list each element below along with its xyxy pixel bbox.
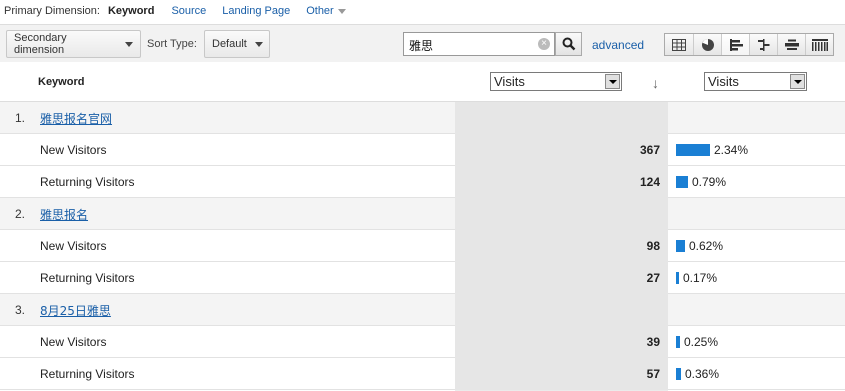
percent-bar bbox=[676, 176, 688, 188]
sorted-column-shade bbox=[455, 198, 668, 230]
percent-value: 0.25% bbox=[684, 335, 719, 349]
percent-value: 0.36% bbox=[685, 367, 720, 381]
visitor-type-label: Returning Visitors bbox=[40, 367, 135, 381]
dimension-landing-page-link[interactable]: Landing Page bbox=[222, 5, 290, 17]
percent-bar bbox=[676, 336, 680, 348]
row-number: 2. bbox=[15, 207, 26, 221]
view-switcher bbox=[664, 33, 834, 56]
sort-descending-icon[interactable]: ↓ bbox=[652, 75, 659, 91]
term-cloud-view-button[interactable] bbox=[777, 34, 805, 55]
performance-view-button[interactable] bbox=[721, 34, 749, 55]
percent-bar bbox=[676, 272, 679, 284]
visitor-type-label: New Visitors bbox=[40, 143, 107, 157]
group-row: 3. 8月25日雅思 bbox=[0, 294, 845, 326]
table-row: New Visitors 367 2.34% bbox=[0, 134, 845, 166]
table-row: New Visitors 39 0.25% bbox=[0, 326, 845, 358]
search-button[interactable] bbox=[555, 32, 582, 56]
percent-bar bbox=[676, 368, 681, 380]
table-row: Returning Visitors 57 0.36% bbox=[0, 358, 845, 390]
search-icon bbox=[562, 37, 575, 51]
visits-value: 367 bbox=[639, 143, 660, 157]
metric-select-secondary[interactable]: Visits bbox=[704, 72, 807, 91]
sorted-column-shade bbox=[455, 358, 668, 390]
performance-view-icon bbox=[729, 38, 743, 51]
visits-value: 98 bbox=[646, 239, 660, 253]
percent-value: 2.34% bbox=[714, 143, 749, 157]
pie-view-icon bbox=[701, 38, 714, 51]
sorted-column-shade bbox=[455, 166, 668, 198]
table-row: Returning Visitors 27 0.17% bbox=[0, 262, 845, 294]
visitor-type-label: New Visitors bbox=[40, 335, 107, 349]
clear-search-icon[interactable]: × bbox=[538, 38, 550, 50]
chevron-down-icon bbox=[605, 74, 620, 89]
percent-value: 0.17% bbox=[683, 271, 718, 285]
sorted-column-shade bbox=[455, 262, 668, 294]
primary-dimension-label: Primary Dimension: bbox=[4, 5, 100, 17]
visitor-type-label: Returning Visitors bbox=[40, 175, 135, 189]
table-row: Returning Visitors 124 0.79% bbox=[0, 166, 845, 198]
chevron-down-icon bbox=[790, 74, 805, 89]
visits-value: 124 bbox=[639, 175, 660, 189]
visits-value: 57 bbox=[646, 367, 660, 381]
sort-type-value: Default bbox=[212, 38, 247, 50]
percent-bar bbox=[676, 240, 685, 252]
sorted-column-shade bbox=[455, 326, 668, 358]
pivot-view-button[interactable] bbox=[805, 34, 833, 55]
term-cloud-view-icon bbox=[784, 39, 799, 50]
pivot-view-icon bbox=[811, 38, 828, 51]
table-row: New Visitors 98 0.62% bbox=[0, 230, 845, 262]
metric-select-primary-value: Visits bbox=[494, 74, 525, 89]
percent-bar bbox=[676, 144, 710, 156]
secondary-dimension-label: Secondary dimension bbox=[14, 32, 67, 56]
sorted-column-shade bbox=[455, 294, 668, 326]
group-row: 2. 雅思报名 bbox=[0, 198, 845, 230]
chevron-down-icon bbox=[254, 41, 263, 47]
chevron-down-icon bbox=[125, 41, 133, 47]
table-view-button[interactable] bbox=[665, 34, 693, 55]
percent-value: 0.79% bbox=[692, 175, 727, 189]
table-view-icon bbox=[672, 38, 686, 51]
sorted-column-shade bbox=[455, 134, 668, 166]
row-number: 3. bbox=[15, 303, 26, 317]
visits-value: 27 bbox=[646, 271, 660, 285]
row-number: 1. bbox=[15, 111, 26, 125]
table-toolbar: Secondary dimension Sort Type: Default 雅… bbox=[0, 24, 845, 62]
secondary-dimension-button[interactable]: Secondary dimension bbox=[6, 30, 141, 58]
chevron-down-icon bbox=[337, 8, 346, 14]
dimension-keyword: Keyword bbox=[107, 5, 155, 17]
sorted-column-shade bbox=[455, 102, 668, 134]
table-header: Keyword Visits ↓ Visits bbox=[0, 63, 845, 102]
keyword-link[interactable]: 8月25日雅思 bbox=[40, 302, 111, 319]
comparison-view-button[interactable] bbox=[749, 34, 777, 55]
sort-type-label: Sort Type: bbox=[147, 38, 197, 50]
sorted-column-shade bbox=[455, 230, 668, 262]
metric-select-secondary-value: Visits bbox=[708, 74, 739, 89]
keyword-link[interactable]: 雅思报名 bbox=[40, 206, 88, 223]
search-input[interactable]: 雅思 bbox=[403, 32, 555, 56]
dimension-other-label: Other bbox=[306, 5, 334, 17]
pie-view-button[interactable] bbox=[693, 34, 721, 55]
dimension-other-dropdown[interactable]: Other bbox=[306, 5, 346, 17]
keyword-column-header[interactable]: Keyword bbox=[38, 76, 84, 88]
keyword-link[interactable]: 雅思报名官网 bbox=[40, 110, 112, 127]
dimension-source-link[interactable]: Source bbox=[171, 5, 206, 17]
group-row: 1. 雅思报名官网 bbox=[0, 102, 845, 134]
visitor-type-label: Returning Visitors bbox=[40, 271, 135, 285]
comparison-view-icon bbox=[757, 38, 769, 51]
metric-select-primary[interactable]: Visits bbox=[490, 72, 622, 91]
advanced-search-link[interactable]: advanced bbox=[592, 38, 644, 52]
visits-value: 39 bbox=[646, 335, 660, 349]
percent-value: 0.62% bbox=[689, 239, 724, 253]
visitor-type-label: New Visitors bbox=[40, 239, 107, 253]
sort-type-button[interactable]: Default bbox=[204, 30, 270, 58]
primary-dimension-bar: Primary Dimension: Keyword Source Landin… bbox=[0, 0, 845, 22]
